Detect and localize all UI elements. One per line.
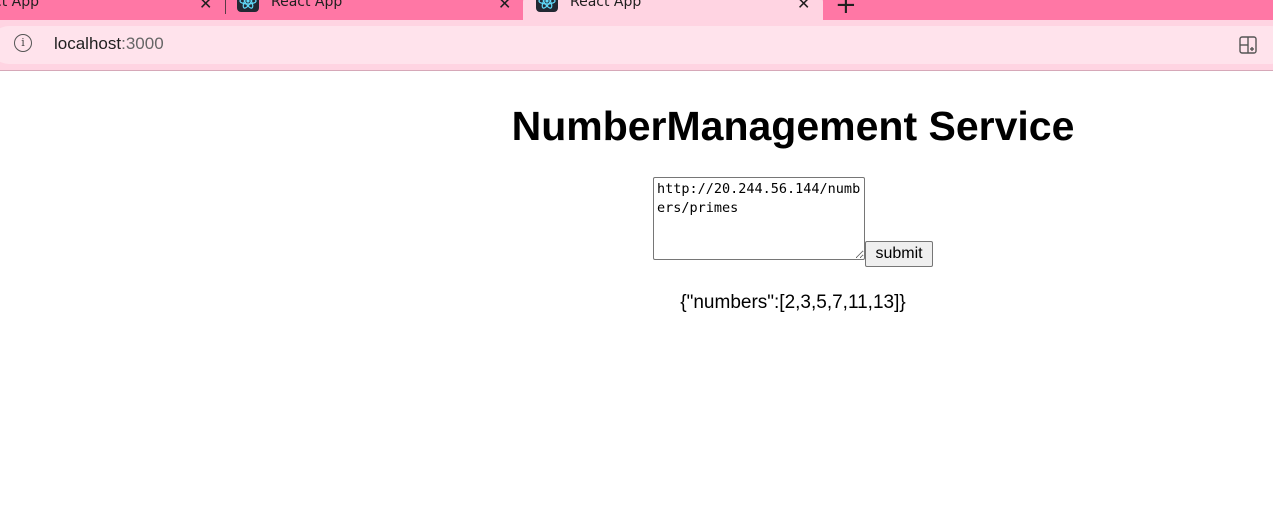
new-tab-icon[interactable]: + bbox=[835, 0, 857, 18]
url-port: :3000 bbox=[121, 34, 164, 53]
tab-title: React App bbox=[570, 0, 642, 10]
page-title: NumberManagement Service bbox=[511, 103, 1075, 149]
react-favicon-icon bbox=[536, 0, 558, 12]
close-tab-icon[interactable]: ✕ bbox=[199, 0, 212, 13]
close-tab-icon[interactable]: ✕ bbox=[797, 0, 810, 13]
tab-separator bbox=[225, 0, 226, 14]
submit-button[interactable]: submit bbox=[865, 241, 933, 267]
tab-react-app-active[interactable]: React App ✕ bbox=[523, 0, 823, 20]
browser-toolbar bbox=[0, 20, 1273, 71]
api-url-input[interactable]: http://20.244.56.144/numbers/primes bbox=[653, 177, 865, 260]
address-bar-url[interactable]: localhost:3000 bbox=[54, 34, 164, 54]
tab-strip: ct App ✕ React App ✕ bbox=[0, 0, 1273, 20]
url-host: localhost bbox=[54, 34, 122, 53]
tab-react-app-2[interactable]: React App ✕ bbox=[230, 0, 522, 20]
extensions-icon[interactable] bbox=[1239, 36, 1257, 54]
tab-title: React App bbox=[271, 0, 343, 10]
tab-react-app-1[interactable]: ct App ✕ bbox=[0, 0, 222, 20]
tab-title: ct App bbox=[0, 0, 39, 10]
react-favicon-icon bbox=[237, 0, 259, 12]
result-output: {"numbers":[2,3,5,7,11,13]} bbox=[680, 292, 906, 313]
address-bar[interactable] bbox=[0, 26, 1273, 64]
site-info-icon[interactable]: i bbox=[14, 34, 32, 52]
close-tab-icon[interactable]: ✕ bbox=[498, 0, 511, 13]
